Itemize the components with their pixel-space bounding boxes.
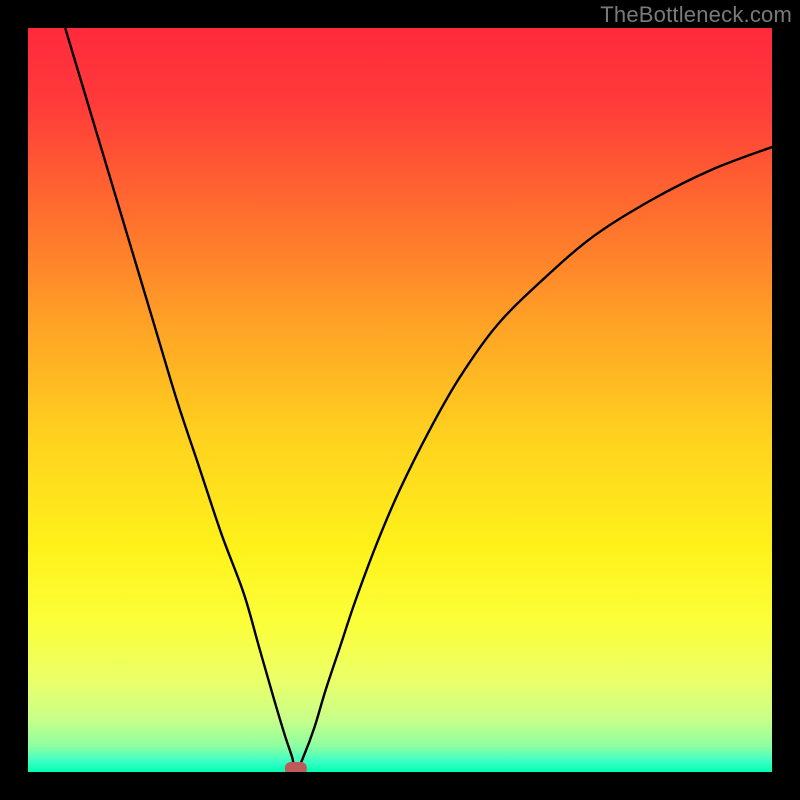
- optimal-point-marker: [285, 762, 307, 772]
- attribution-text: TheBottleneck.com: [600, 2, 792, 28]
- gradient-background: [28, 28, 772, 772]
- chart-frame: TheBottleneck.com: [0, 0, 800, 800]
- plot-area: [28, 28, 772, 772]
- bottleneck-chart: [28, 28, 772, 772]
